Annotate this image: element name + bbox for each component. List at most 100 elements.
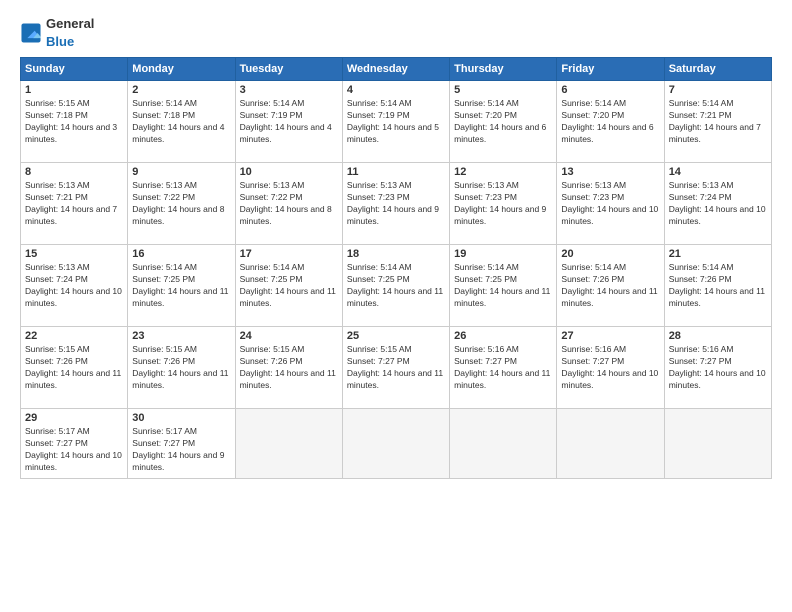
day-info: Sunrise: 5:14 AM Sunset: 7:25 PM Dayligh… [132,262,230,310]
day-info: Sunrise: 5:14 AM Sunset: 7:19 PM Dayligh… [240,98,338,146]
weekday-header-friday: Friday [557,58,664,81]
day-number: 29 [25,412,123,424]
calendar-day-cell: 26 Sunrise: 5:16 AM Sunset: 7:27 PM Dayl… [450,327,557,409]
day-info: Sunrise: 5:16 AM Sunset: 7:27 PM Dayligh… [454,344,552,392]
day-number: 3 [240,84,338,96]
day-number: 12 [454,166,552,178]
calendar-day-cell: 9 Sunrise: 5:13 AM Sunset: 7:22 PM Dayli… [128,163,235,245]
day-info: Sunrise: 5:15 AM Sunset: 7:27 PM Dayligh… [347,344,445,392]
calendar-week-row: 1 Sunrise: 5:15 AM Sunset: 7:18 PM Dayli… [21,81,772,163]
day-number: 7 [669,84,767,96]
day-info: Sunrise: 5:14 AM Sunset: 7:19 PM Dayligh… [347,98,445,146]
calendar-day-cell: 25 Sunrise: 5:15 AM Sunset: 7:27 PM Dayl… [342,327,449,409]
day-number: 27 [561,330,659,342]
calendar-day-cell: 10 Sunrise: 5:13 AM Sunset: 7:22 PM Dayl… [235,163,342,245]
logo-blue: Blue [46,34,74,49]
day-info: Sunrise: 5:16 AM Sunset: 7:27 PM Dayligh… [561,344,659,392]
calendar-day-cell: 17 Sunrise: 5:14 AM Sunset: 7:25 PM Dayl… [235,245,342,327]
calendar-day-cell [664,409,771,479]
day-info: Sunrise: 5:17 AM Sunset: 7:27 PM Dayligh… [25,426,123,474]
page-header: General Blue [20,15,772,51]
calendar-day-cell: 1 Sunrise: 5:15 AM Sunset: 7:18 PM Dayli… [21,81,128,163]
day-number: 15 [25,248,123,260]
calendar-table: SundayMondayTuesdayWednesdayThursdayFrid… [20,57,772,479]
logo-general: General [46,16,94,31]
calendar-day-cell: 15 Sunrise: 5:13 AM Sunset: 7:24 PM Dayl… [21,245,128,327]
calendar-day-cell: 2 Sunrise: 5:14 AM Sunset: 7:18 PM Dayli… [128,81,235,163]
day-number: 4 [347,84,445,96]
calendar-day-cell: 18 Sunrise: 5:14 AM Sunset: 7:25 PM Dayl… [342,245,449,327]
calendar-day-cell [450,409,557,479]
calendar-day-cell: 3 Sunrise: 5:14 AM Sunset: 7:19 PM Dayli… [235,81,342,163]
calendar-day-cell: 19 Sunrise: 5:14 AM Sunset: 7:25 PM Dayl… [450,245,557,327]
day-number: 21 [669,248,767,260]
logo-icon [20,22,42,44]
day-number: 9 [132,166,230,178]
weekday-header-saturday: Saturday [664,58,771,81]
day-info: Sunrise: 5:13 AM Sunset: 7:22 PM Dayligh… [240,180,338,228]
day-info: Sunrise: 5:13 AM Sunset: 7:23 PM Dayligh… [347,180,445,228]
day-number: 10 [240,166,338,178]
calendar-day-cell: 14 Sunrise: 5:13 AM Sunset: 7:24 PM Dayl… [664,163,771,245]
day-info: Sunrise: 5:14 AM Sunset: 7:18 PM Dayligh… [132,98,230,146]
day-info: Sunrise: 5:15 AM Sunset: 7:26 PM Dayligh… [132,344,230,392]
calendar-day-cell: 11 Sunrise: 5:13 AM Sunset: 7:23 PM Dayl… [342,163,449,245]
calendar-day-cell: 22 Sunrise: 5:15 AM Sunset: 7:26 PM Dayl… [21,327,128,409]
calendar-day-cell: 20 Sunrise: 5:14 AM Sunset: 7:26 PM Dayl… [557,245,664,327]
day-number: 2 [132,84,230,96]
day-info: Sunrise: 5:15 AM Sunset: 7:26 PM Dayligh… [240,344,338,392]
logo: General Blue [20,15,94,51]
calendar-day-cell: 21 Sunrise: 5:14 AM Sunset: 7:26 PM Dayl… [664,245,771,327]
calendar-day-cell: 13 Sunrise: 5:13 AM Sunset: 7:23 PM Dayl… [557,163,664,245]
weekday-header-monday: Monday [128,58,235,81]
calendar-day-cell: 8 Sunrise: 5:13 AM Sunset: 7:21 PM Dayli… [21,163,128,245]
weekday-header-thursday: Thursday [450,58,557,81]
calendar-day-cell [235,409,342,479]
calendar-week-row: 15 Sunrise: 5:13 AM Sunset: 7:24 PM Dayl… [21,245,772,327]
day-number: 19 [454,248,552,260]
day-number: 17 [240,248,338,260]
calendar-day-cell: 29 Sunrise: 5:17 AM Sunset: 7:27 PM Dayl… [21,409,128,479]
calendar-day-cell: 24 Sunrise: 5:15 AM Sunset: 7:26 PM Dayl… [235,327,342,409]
day-info: Sunrise: 5:14 AM Sunset: 7:26 PM Dayligh… [561,262,659,310]
calendar-day-cell [342,409,449,479]
day-info: Sunrise: 5:13 AM Sunset: 7:21 PM Dayligh… [25,180,123,228]
day-number: 11 [347,166,445,178]
day-info: Sunrise: 5:14 AM Sunset: 7:21 PM Dayligh… [669,98,767,146]
calendar-day-cell: 16 Sunrise: 5:14 AM Sunset: 7:25 PM Dayl… [128,245,235,327]
calendar-day-cell: 28 Sunrise: 5:16 AM Sunset: 7:27 PM Dayl… [664,327,771,409]
calendar-day-cell: 30 Sunrise: 5:17 AM Sunset: 7:27 PM Dayl… [128,409,235,479]
calendar-week-row: 22 Sunrise: 5:15 AM Sunset: 7:26 PM Dayl… [21,327,772,409]
day-number: 1 [25,84,123,96]
calendar-day-cell: 6 Sunrise: 5:14 AM Sunset: 7:20 PM Dayli… [557,81,664,163]
day-number: 25 [347,330,445,342]
day-info: Sunrise: 5:17 AM Sunset: 7:27 PM Dayligh… [132,426,230,474]
day-info: Sunrise: 5:14 AM Sunset: 7:20 PM Dayligh… [454,98,552,146]
day-info: Sunrise: 5:13 AM Sunset: 7:24 PM Dayligh… [25,262,123,310]
day-number: 20 [561,248,659,260]
calendar-day-cell: 5 Sunrise: 5:14 AM Sunset: 7:20 PM Dayli… [450,81,557,163]
day-info: Sunrise: 5:14 AM Sunset: 7:25 PM Dayligh… [454,262,552,310]
day-number: 22 [25,330,123,342]
day-info: Sunrise: 5:13 AM Sunset: 7:23 PM Dayligh… [454,180,552,228]
calendar-day-cell: 7 Sunrise: 5:14 AM Sunset: 7:21 PM Dayli… [664,81,771,163]
calendar-day-cell: 23 Sunrise: 5:15 AM Sunset: 7:26 PM Dayl… [128,327,235,409]
day-info: Sunrise: 5:14 AM Sunset: 7:20 PM Dayligh… [561,98,659,146]
day-number: 30 [132,412,230,424]
day-info: Sunrise: 5:16 AM Sunset: 7:27 PM Dayligh… [669,344,767,392]
calendar-week-row: 8 Sunrise: 5:13 AM Sunset: 7:21 PM Dayli… [21,163,772,245]
day-number: 8 [25,166,123,178]
day-number: 26 [454,330,552,342]
calendar-week-row: 29 Sunrise: 5:17 AM Sunset: 7:27 PM Dayl… [21,409,772,479]
day-info: Sunrise: 5:13 AM Sunset: 7:23 PM Dayligh… [561,180,659,228]
day-number: 23 [132,330,230,342]
day-number: 24 [240,330,338,342]
day-number: 14 [669,166,767,178]
day-info: Sunrise: 5:15 AM Sunset: 7:18 PM Dayligh… [25,98,123,146]
day-number: 5 [454,84,552,96]
weekday-header-tuesday: Tuesday [235,58,342,81]
day-info: Sunrise: 5:14 AM Sunset: 7:26 PM Dayligh… [669,262,767,310]
day-info: Sunrise: 5:15 AM Sunset: 7:26 PM Dayligh… [25,344,123,392]
day-info: Sunrise: 5:14 AM Sunset: 7:25 PM Dayligh… [347,262,445,310]
day-number: 18 [347,248,445,260]
